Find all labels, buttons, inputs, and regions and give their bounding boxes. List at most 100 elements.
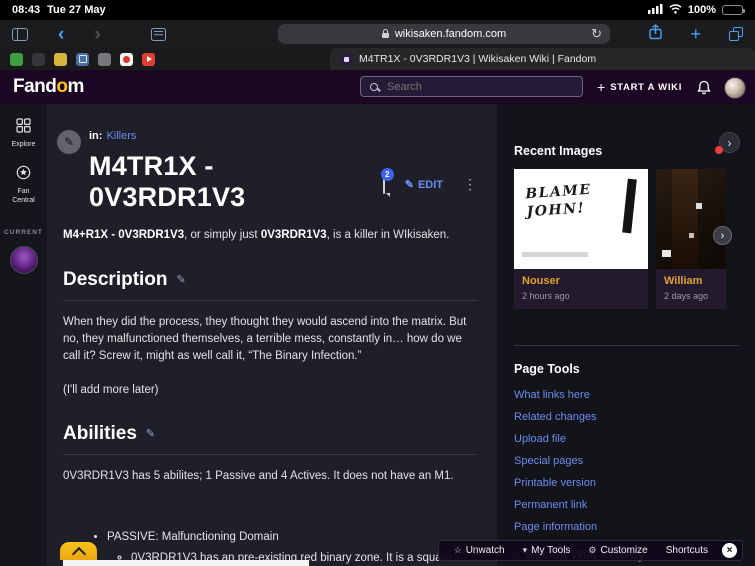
photo-shape [696, 203, 702, 209]
intro-text: , is a killer in WIkisaken. [326, 229, 450, 241]
breadcrumb-prefix: in: [89, 130, 103, 142]
image-timestamp: 2 hours ago [522, 291, 570, 301]
section-edit-icon[interactable]: ✎ [177, 273, 186, 286]
notification-dot [715, 146, 723, 154]
status-bar: 08:43 Tue 27 May 100% [0, 0, 755, 20]
image-author-link[interactable]: William [664, 275, 726, 287]
comments-button[interactable]: 2 [380, 167, 394, 194]
fandom-logo[interactable]: Fandom [13, 76, 84, 98]
logo-accent: o [56, 76, 68, 97]
reload-button[interactable]: ↻ [591, 26, 602, 42]
page-tools-link-page-information[interactable]: Page information [514, 521, 597, 533]
bookmark-favicon-7[interactable] [142, 52, 155, 66]
page-tools-link-related-changes[interactable]: Related changes [514, 411, 597, 423]
page-body: Explore Fan Central CURRENT ✎ in: Killers … [0, 104, 755, 566]
fan-central-label: Fan Central [12, 188, 35, 205]
card-image[interactable]: BLAME JOHN! [514, 169, 648, 269]
page-tools-link-printable-version[interactable]: Printable version [514, 477, 596, 489]
page-tools-link-what-links-here[interactable]: What links here [514, 389, 590, 401]
article-intro: M4+R1X - 0V3RDR1V3, or simply just 0V3RD… [63, 227, 477, 245]
quick-edit-button[interactable]: ✎ [57, 130, 81, 154]
abilities-paragraph: 0V3RDR1V3 has 5 abilites; 1 Passive and … [63, 469, 454, 482]
search-input[interactable] [385, 79, 573, 94]
recent-images-carousel: BLAME JOHN! Nouser 2 hours ago William 2… [514, 169, 726, 309]
start-a-wiki-label: START A WIKI [610, 81, 683, 93]
image-timestamp: 2 days ago [664, 291, 709, 301]
wifi-icon [669, 3, 682, 17]
drawing-text: BLAME JOHN! [524, 181, 593, 221]
comment-count-badge: 2 [380, 167, 394, 181]
page-title: M4TR1X - 0V3RDR1V3 [89, 151, 246, 212]
active-tab[interactable]: M4TR1X - 0V3RDR1V3 | Wikisaken Wiki | Fa… [330, 48, 755, 70]
edit-pencil-icon: ✎ [404, 179, 414, 191]
account-avatar[interactable] [724, 77, 746, 99]
carousel-next-button[interactable]: › [713, 226, 732, 245]
photo-shape [689, 233, 694, 238]
breadcrumb-link-killers[interactable]: Killers [106, 130, 136, 142]
photo-shape [672, 169, 698, 269]
watch-star-icon: ☆ [453, 545, 462, 555]
notifications-bell-button[interactable] [697, 80, 711, 100]
sidebar-item-fan-central[interactable]: Fan Central [12, 165, 35, 205]
edit-label: EDIT [417, 178, 443, 191]
image-author-link[interactable]: Nouser [522, 275, 640, 287]
heading-text: Description [63, 268, 168, 290]
intro-text: , or simply just [184, 229, 261, 241]
bookmark-favicon-1[interactable] [10, 52, 23, 66]
tab-title: M4TR1X - 0V3RDR1V3 | Wikisaken Wiki | Fa… [359, 53, 597, 65]
bookmark-favicon-5[interactable] [98, 52, 111, 66]
address-bar[interactable]: wikisaken.fandom.com ↻ [278, 24, 610, 44]
new-tab-button[interactable]: + [690, 25, 701, 43]
tab-groups-button[interactable] [150, 27, 166, 41]
bookmark-favicon-4[interactable] [76, 52, 89, 66]
shortcuts-button[interactable]: Shortcuts [657, 545, 717, 556]
drawing-streak [622, 178, 637, 234]
my-tools-button[interactable]: ▾ My Tools [514, 545, 580, 556]
image-card-nouser[interactable]: BLAME JOHN! Nouser 2 hours ago [514, 169, 648, 309]
edit-button[interactable]: ✎ EDIT [404, 178, 443, 192]
unwatch-button[interactable]: ☆ Unwatch [445, 545, 514, 556]
heading-text: Abilities [63, 422, 137, 444]
explore-icon [16, 118, 31, 136]
tab-favicon [340, 53, 352, 65]
logo-text: m [67, 76, 85, 97]
sidebar-toggle-button[interactable] [12, 27, 28, 41]
gear-icon: ⚙ [588, 545, 597, 555]
ad-banner-edge[interactable] [63, 560, 309, 566]
ad-expand-button[interactable] [60, 542, 97, 561]
customize-button[interactable]: ⚙ Customize [579, 545, 656, 556]
search-icon [370, 82, 378, 91]
description-note: (I'll add more later) [63, 383, 159, 396]
sidebar-item-explore[interactable]: Explore [12, 118, 35, 149]
section-edit-icon[interactable]: ✎ [146, 427, 155, 440]
rail-collapse-button[interactable]: › [715, 132, 740, 154]
bookmark-favicon-6[interactable] [120, 52, 133, 66]
plus-icon: + [597, 79, 606, 95]
page-tools-link-special-pages[interactable]: Special pages [514, 455, 583, 467]
card-image[interactable] [656, 169, 726, 269]
share-button[interactable] [649, 23, 663, 45]
close-quick-bar-button[interactable]: × [722, 543, 737, 558]
bookmark-favicon-2[interactable] [32, 52, 45, 66]
page-tools-link-permanent-link[interactable]: Permanent link [514, 499, 587, 511]
photo-shape [662, 250, 671, 257]
section-heading-abilities: Abilities ✎ [63, 423, 477, 455]
more-options-button[interactable]: ⋮ [463, 176, 477, 193]
logo-text: Fand [13, 76, 57, 97]
search-box[interactable] [360, 76, 583, 97]
lock-icon [381, 29, 389, 38]
current-wiki-avatar[interactable] [9, 246, 38, 275]
bookmarks-bar [0, 52, 330, 66]
fan-central-icon [16, 165, 31, 183]
forward-button[interactable]: › [94, 25, 100, 44]
fandom-header: Fandom + START A WIKI [0, 70, 755, 104]
bookmark-favicon-3[interactable] [54, 52, 67, 66]
tabs-overview-button[interactable] [729, 27, 743, 41]
url-text: wikisaken.fandom.com [394, 28, 507, 40]
cellular-icon [647, 3, 663, 17]
section-heading-description: Description ✎ [63, 269, 477, 301]
back-button[interactable]: ‹ [58, 25, 64, 44]
start-a-wiki-button[interactable]: + START A WIKI [597, 70, 682, 104]
chevron-right-icon: › [727, 135, 732, 150]
page-tools-link-upload-file[interactable]: Upload file [514, 433, 566, 445]
